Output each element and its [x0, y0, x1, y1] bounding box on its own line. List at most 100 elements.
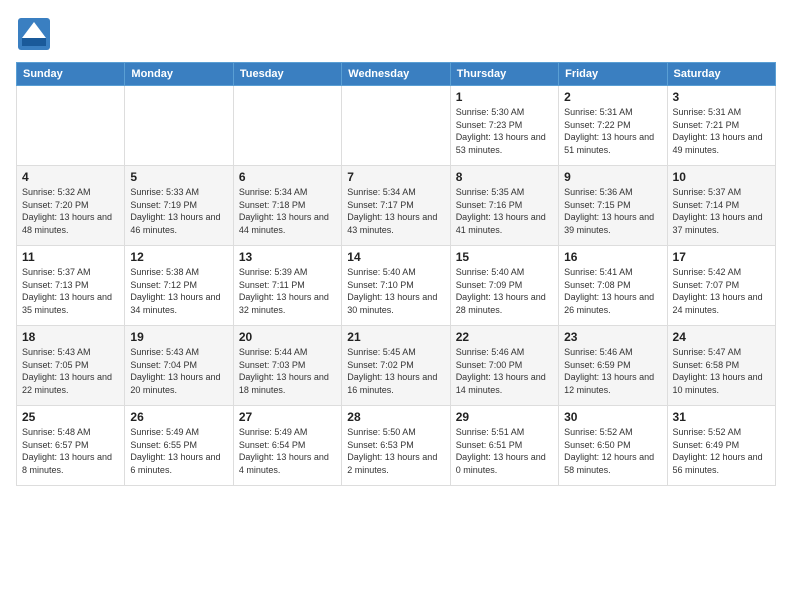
day-info: Sunrise: 5:45 AM Sunset: 7:02 PM Dayligh… [347, 346, 444, 396]
calendar-cell [342, 86, 450, 166]
day-info: Sunrise: 5:39 AM Sunset: 7:11 PM Dayligh… [239, 266, 336, 316]
day-number: 26 [130, 410, 227, 424]
day-number: 30 [564, 410, 661, 424]
day-info: Sunrise: 5:48 AM Sunset: 6:57 PM Dayligh… [22, 426, 119, 476]
day-info: Sunrise: 5:42 AM Sunset: 7:07 PM Dayligh… [673, 266, 770, 316]
calendar-cell: 5 Sunrise: 5:33 AM Sunset: 7:19 PM Daylig… [125, 166, 233, 246]
calendar-cell: 2 Sunrise: 5:31 AM Sunset: 7:22 PM Daylig… [559, 86, 667, 166]
day-number: 13 [239, 250, 336, 264]
day-number: 2 [564, 90, 661, 104]
day-number: 15 [456, 250, 553, 264]
day-number: 25 [22, 410, 119, 424]
calendar-body: 1 Sunrise: 5:30 AM Sunset: 7:23 PM Daylig… [17, 86, 776, 486]
day-header-wednesday: Wednesday [342, 63, 450, 86]
calendar-cell: 22 Sunrise: 5:46 AM Sunset: 7:00 PM Dayli… [450, 326, 558, 406]
day-number: 19 [130, 330, 227, 344]
calendar-cell: 3 Sunrise: 5:31 AM Sunset: 7:21 PM Daylig… [667, 86, 775, 166]
day-number: 7 [347, 170, 444, 184]
day-number: 23 [564, 330, 661, 344]
day-header-sunday: Sunday [17, 63, 125, 86]
calendar-cell: 29 Sunrise: 5:51 AM Sunset: 6:51 PM Dayli… [450, 406, 558, 486]
day-number: 31 [673, 410, 770, 424]
day-info: Sunrise: 5:44 AM Sunset: 7:03 PM Dayligh… [239, 346, 336, 396]
day-info: Sunrise: 5:36 AM Sunset: 7:15 PM Dayligh… [564, 186, 661, 236]
calendar-cell [17, 86, 125, 166]
day-header-thursday: Thursday [450, 63, 558, 86]
day-number: 16 [564, 250, 661, 264]
calendar-cell: 12 Sunrise: 5:38 AM Sunset: 7:12 PM Dayli… [125, 246, 233, 326]
day-number: 3 [673, 90, 770, 104]
day-number: 21 [347, 330, 444, 344]
day-info: Sunrise: 5:52 AM Sunset: 6:50 PM Dayligh… [564, 426, 661, 476]
logo-icon [16, 16, 52, 52]
day-info: Sunrise: 5:31 AM Sunset: 7:22 PM Dayligh… [564, 106, 661, 156]
day-info: Sunrise: 5:40 AM Sunset: 7:10 PM Dayligh… [347, 266, 444, 316]
calendar-cell: 30 Sunrise: 5:52 AM Sunset: 6:50 PM Dayli… [559, 406, 667, 486]
day-number: 24 [673, 330, 770, 344]
day-info: Sunrise: 5:31 AM Sunset: 7:21 PM Dayligh… [673, 106, 770, 156]
day-number: 1 [456, 90, 553, 104]
calendar-cell: 6 Sunrise: 5:34 AM Sunset: 7:18 PM Daylig… [233, 166, 341, 246]
day-number: 11 [22, 250, 119, 264]
day-header-friday: Friday [559, 63, 667, 86]
day-number: 5 [130, 170, 227, 184]
calendar-week-3: 11Sunrise: 5:37 AM Sunset: 7:13 PM Dayli… [17, 246, 776, 326]
day-info: Sunrise: 5:46 AM Sunset: 7:00 PM Dayligh… [456, 346, 553, 396]
calendar-header-row: SundayMondayTuesdayWednesdayThursdayFrid… [17, 63, 776, 86]
day-info: Sunrise: 5:50 AM Sunset: 6:53 PM Dayligh… [347, 426, 444, 476]
day-info: Sunrise: 5:32 AM Sunset: 7:20 PM Dayligh… [22, 186, 119, 236]
calendar-cell: 15Sunrise: 5:40 AM Sunset: 7:09 PM Dayli… [450, 246, 558, 326]
day-info: Sunrise: 5:33 AM Sunset: 7:19 PM Dayligh… [130, 186, 227, 236]
day-info: Sunrise: 5:41 AM Sunset: 7:08 PM Dayligh… [564, 266, 661, 316]
calendar-cell: 23 Sunrise: 5:46 AM Sunset: 6:59 PM Dayli… [559, 326, 667, 406]
calendar-cell: 1 Sunrise: 5:30 AM Sunset: 7:23 PM Daylig… [450, 86, 558, 166]
day-header-saturday: Saturday [667, 63, 775, 86]
day-number: 27 [239, 410, 336, 424]
calendar-cell [233, 86, 341, 166]
calendar-cell: 26 Sunrise: 5:49 AM Sunset: 6:55 PM Dayli… [125, 406, 233, 486]
day-info: Sunrise: 5:30 AM Sunset: 7:23 PM Dayligh… [456, 106, 553, 156]
day-info: Sunrise: 5:46 AM Sunset: 6:59 PM Dayligh… [564, 346, 661, 396]
calendar-cell: 19Sunrise: 5:43 AM Sunset: 7:04 PM Dayli… [125, 326, 233, 406]
day-number: 20 [239, 330, 336, 344]
calendar-cell: 8 Sunrise: 5:35 AM Sunset: 7:16 PM Daylig… [450, 166, 558, 246]
day-info: Sunrise: 5:49 AM Sunset: 6:55 PM Dayligh… [130, 426, 227, 476]
day-info: Sunrise: 5:37 AM Sunset: 7:14 PM Dayligh… [673, 186, 770, 236]
calendar-cell: 7 Sunrise: 5:34 AM Sunset: 7:17 PM Daylig… [342, 166, 450, 246]
day-number: 12 [130, 250, 227, 264]
day-info: Sunrise: 5:47 AM Sunset: 6:58 PM Dayligh… [673, 346, 770, 396]
calendar-cell: 13 Sunrise: 5:39 AM Sunset: 7:11 PM Dayli… [233, 246, 341, 326]
calendar-cell: 24 Sunrise: 5:47 AM Sunset: 6:58 PM Dayli… [667, 326, 775, 406]
day-number: 6 [239, 170, 336, 184]
day-number: 8 [456, 170, 553, 184]
calendar-cell: 4Sunrise: 5:32 AM Sunset: 7:20 PM Daylig… [17, 166, 125, 246]
calendar-cell: 25 Sunrise: 5:48 AM Sunset: 6:57 PM Dayli… [17, 406, 125, 486]
day-number: 28 [347, 410, 444, 424]
day-number: 14 [347, 250, 444, 264]
calendar-week-5: 25 Sunrise: 5:48 AM Sunset: 6:57 PM Dayli… [17, 406, 776, 486]
day-info: Sunrise: 5:49 AM Sunset: 6:54 PM Dayligh… [239, 426, 336, 476]
day-info: Sunrise: 5:38 AM Sunset: 7:12 PM Dayligh… [130, 266, 227, 316]
calendar-cell: 31 Sunrise: 5:52 AM Sunset: 6:49 PM Dayli… [667, 406, 775, 486]
day-number: 22 [456, 330, 553, 344]
calendar-table: SundayMondayTuesdayWednesdayThursdayFrid… [16, 62, 776, 486]
day-info: Sunrise: 5:52 AM Sunset: 6:49 PM Dayligh… [673, 426, 770, 476]
calendar-cell: 11Sunrise: 5:37 AM Sunset: 7:13 PM Dayli… [17, 246, 125, 326]
calendar-cell: 18Sunrise: 5:43 AM Sunset: 7:05 PM Dayli… [17, 326, 125, 406]
calendar-cell: 27 Sunrise: 5:49 AM Sunset: 6:54 PM Dayli… [233, 406, 341, 486]
calendar-cell: 16 Sunrise: 5:41 AM Sunset: 7:08 PM Dayli… [559, 246, 667, 326]
day-header-tuesday: Tuesday [233, 63, 341, 86]
calendar-cell: 17 Sunrise: 5:42 AM Sunset: 7:07 PM Dayli… [667, 246, 775, 326]
calendar-cell: 21 Sunrise: 5:45 AM Sunset: 7:02 PM Dayli… [342, 326, 450, 406]
header [16, 16, 776, 52]
day-number: 29 [456, 410, 553, 424]
day-number: 17 [673, 250, 770, 264]
day-info: Sunrise: 5:35 AM Sunset: 7:16 PM Dayligh… [456, 186, 553, 236]
calendar-week-2: 4Sunrise: 5:32 AM Sunset: 7:20 PM Daylig… [17, 166, 776, 246]
calendar-cell: 28 Sunrise: 5:50 AM Sunset: 6:53 PM Dayli… [342, 406, 450, 486]
day-info: Sunrise: 5:34 AM Sunset: 7:18 PM Dayligh… [239, 186, 336, 236]
day-info: Sunrise: 5:34 AM Sunset: 7:17 PM Dayligh… [347, 186, 444, 236]
day-number: 9 [564, 170, 661, 184]
day-info: Sunrise: 5:51 AM Sunset: 6:51 PM Dayligh… [456, 426, 553, 476]
calendar-cell: 20 Sunrise: 5:44 AM Sunset: 7:03 PM Dayli… [233, 326, 341, 406]
